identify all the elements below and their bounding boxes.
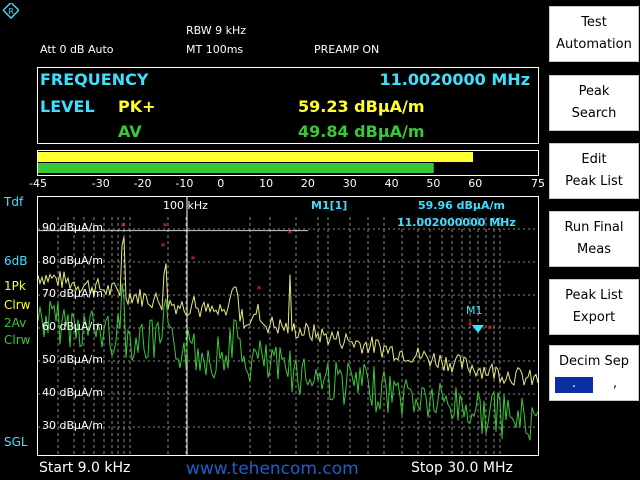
marker-freq: 11.002000000 MHz xyxy=(397,216,516,229)
pk-level-bar xyxy=(38,152,474,162)
marker-m1-icon xyxy=(472,325,484,333)
bargraph-tick-label: 75 xyxy=(531,177,545,190)
marker-level: 59.96 dBµA/m xyxy=(418,199,505,212)
softkey-label: Automation xyxy=(556,37,632,52)
svg-text:R: R xyxy=(8,7,14,16)
av-label: AV xyxy=(118,122,142,141)
y-axis-label: 40 dBµA/m xyxy=(42,386,103,399)
softkey-label: Peak List xyxy=(565,174,623,189)
peak-marker-icon: * xyxy=(488,324,493,335)
peak-marker-icon: * xyxy=(468,321,473,332)
level-label: LEVEL xyxy=(40,97,95,116)
y-axis-label: 60 dBµA/m xyxy=(42,320,103,333)
preamp-readout: PREAMP ON xyxy=(314,43,380,56)
level-bargraph xyxy=(37,150,539,176)
test-automation-button[interactable]: Test Automation xyxy=(549,6,639,62)
bargraph-tick-label: -10 xyxy=(175,177,194,190)
decim-sep-button[interactable]: Decim Sep . , xyxy=(549,345,639,401)
y-axis-label: 70 dBµA/m xyxy=(42,287,103,300)
peak-marker-icon: * xyxy=(257,284,262,295)
edit-peak-list-button[interactable]: Edit Peak List xyxy=(549,143,639,199)
bargraph-tick-label: 0 xyxy=(217,177,225,190)
peak-marker-icon: * xyxy=(161,242,166,253)
y-axis-label: 50 dBµA/m xyxy=(42,353,103,366)
bargraph-tick-label: -30 xyxy=(91,177,110,190)
watermark: www.tehencom.com xyxy=(186,459,359,479)
marker-100k-label: 100 kHz xyxy=(163,199,208,212)
av-level-bar xyxy=(38,163,434,173)
y-axis-label: 80 dBµA/m xyxy=(42,254,103,267)
softkey-label: Meas xyxy=(577,242,611,257)
mt-readout: MT 100ms xyxy=(186,43,244,56)
bargraph-svg xyxy=(37,150,539,176)
bargraph-tick-label: 50 xyxy=(426,177,441,190)
peak-marker-icon: * xyxy=(121,222,126,233)
bargraph-tick-label: 30 xyxy=(342,177,357,190)
pk-value: 59.23 dBµA/m xyxy=(298,97,425,116)
spectrum-svg: ********* xyxy=(38,197,538,455)
softkey-label: Run Final xyxy=(564,220,624,235)
rs-logo-icon: R xyxy=(2,1,20,20)
peak-marker-icon: * xyxy=(191,255,196,266)
run-final-meas-button[interactable]: Run Final Meas xyxy=(549,211,639,267)
decim-option-dot[interactable]: . xyxy=(555,377,593,393)
frequency-value: 11.0020000 MHz xyxy=(379,70,530,89)
peak-list-export-button[interactable]: Peak List Export xyxy=(549,279,639,335)
trace1-mode: Clrw xyxy=(4,298,31,312)
measurement-info-box: FREQUENCY 11.0020000 MHz LEVEL PK+ 59.23… xyxy=(37,67,539,144)
softkey-label: Search xyxy=(571,106,617,121)
softkey-label: Peak xyxy=(578,84,610,99)
bargraph-tick-label: 10 xyxy=(259,177,274,190)
marker-tag: M1 xyxy=(466,304,483,317)
softkey-label: Edit xyxy=(581,152,607,167)
y-axis-label: 30 dBµA/m xyxy=(42,419,103,432)
peak-marker-icon: * xyxy=(163,222,168,233)
tdf-label: Tdf xyxy=(4,195,24,209)
sgl-label: SGL xyxy=(4,435,28,449)
frequency-label: FREQUENCY xyxy=(40,70,149,89)
peak-marker-icon: * xyxy=(288,228,293,239)
softkey-label: Test xyxy=(581,15,607,30)
six-db-label: 6dB xyxy=(4,254,28,268)
bargraph-tick-label: -45 xyxy=(29,177,47,190)
decim-option-comma[interactable]: , xyxy=(596,377,634,393)
bargraph-tick-label: 60 xyxy=(468,177,483,190)
att-readout: Att 0 dB Auto xyxy=(40,43,114,56)
trace2-label: 2Av xyxy=(4,316,27,330)
trace-1-peak xyxy=(38,236,538,386)
trace1-label: 1Pk xyxy=(4,279,26,293)
softkey-label: Decim Sep xyxy=(558,354,630,369)
softkey-label: Export xyxy=(572,310,616,325)
softkey-label: Peak List xyxy=(565,288,623,303)
marker-id: M1[1] xyxy=(311,199,348,212)
spectrum-plot[interactable]: ********* xyxy=(37,196,539,456)
bargraph-scale: -45 -30 -20 -10 0 10 20 30 40 50 60 75 xyxy=(29,177,545,193)
pk-label: PK+ xyxy=(118,97,156,116)
av-value: 49.84 dBµA/m xyxy=(298,122,425,141)
bargraph-tick-label: -20 xyxy=(133,177,152,190)
bargraph-tick-label: 40 xyxy=(384,177,399,190)
stop-frequency: Stop 30.0 MHz xyxy=(411,460,513,476)
peak-search-button[interactable]: Peak Search xyxy=(549,75,639,131)
start-frequency: Start 9.0 kHz xyxy=(39,460,131,476)
bargraph-tick-label: 20 xyxy=(300,177,315,190)
trace2-mode: Clrw xyxy=(4,333,31,347)
rbw-readout: RBW 9 kHz xyxy=(186,24,247,37)
y-axis-label: 90 dBµA/m xyxy=(42,221,103,234)
